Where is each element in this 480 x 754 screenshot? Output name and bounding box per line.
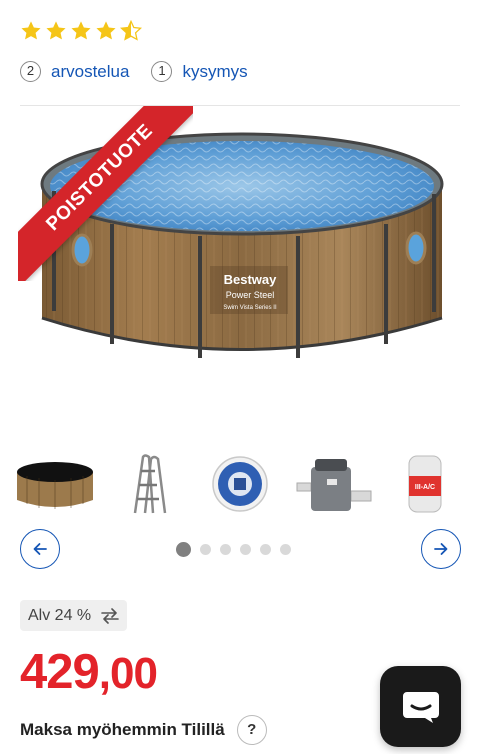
question-count-badge: 1: [151, 61, 173, 82]
carousel-dots: [176, 542, 291, 557]
review-count-badge: 2: [20, 61, 41, 82]
filter-pump-thumbnail[interactable]: [292, 449, 374, 519]
product-price: 429,00: [20, 644, 158, 702]
carousel-dot[interactable]: [280, 544, 291, 555]
star-half-icon: [120, 20, 142, 41]
previous-image-button[interactable]: [20, 529, 60, 569]
carousel-dot[interactable]: [260, 544, 271, 555]
carousel-dot[interactable]: [200, 544, 211, 555]
product-line-text: Power Steel: [226, 290, 275, 300]
clearance-ribbon-label: POISTOTUOTE: [18, 106, 193, 281]
reviews-link[interactable]: arvostelua: [51, 62, 129, 82]
pay-later-row: Maksa myöhemmin Tilillä ?: [20, 715, 267, 745]
price-cents: ,00: [98, 649, 158, 698]
clearance-ribbon: POISTOTUOTE: [18, 106, 193, 281]
star-rating: [20, 20, 142, 42]
brand-logo-text: Bestway: [224, 272, 278, 287]
star-full-icon: [46, 21, 66, 40]
skimmer-thumbnail[interactable]: [199, 449, 281, 519]
vat-label: Alv 24 %: [28, 606, 92, 624]
arrow-left-icon: [33, 543, 47, 555]
questions-link[interactable]: kysymys: [182, 62, 247, 82]
star-full-icon: [96, 21, 116, 40]
carousel-dot[interactable]: [220, 544, 231, 555]
swap-arrows-icon: [101, 607, 119, 624]
chat-bubble-icon: [402, 691, 439, 723]
pool-thumbnail[interactable]: [14, 449, 96, 519]
carousel-navigation: [20, 529, 461, 569]
carousel-dot[interactable]: [176, 542, 191, 557]
pay-later-label: Maksa myöhemmin Tilillä: [20, 720, 225, 739]
arrow-right-icon: [434, 543, 448, 555]
chat-button[interactable]: [380, 666, 461, 747]
pay-later-help-button[interactable]: ?: [236, 715, 267, 745]
review-question-counts: 2 arvostelua 1 kysymys: [20, 61, 270, 82]
next-image-button[interactable]: [421, 529, 461, 569]
product-series-text: Swim Vista Series II: [223, 305, 277, 311]
star-full-icon: [21, 21, 41, 40]
cartridge-label: III-A/C: [415, 484, 435, 491]
filter-cartridge-thumbnail[interactable]: III-A/C: [384, 449, 466, 519]
vat-toggle[interactable]: Alv 24 %: [20, 600, 128, 631]
thumbnail-strip: III-A/C: [14, 448, 466, 520]
ladder-thumbnail[interactable]: [107, 449, 189, 519]
price-whole: 429: [20, 645, 100, 699]
carousel-dot[interactable]: [240, 544, 251, 555]
star-full-icon: [71, 21, 91, 40]
